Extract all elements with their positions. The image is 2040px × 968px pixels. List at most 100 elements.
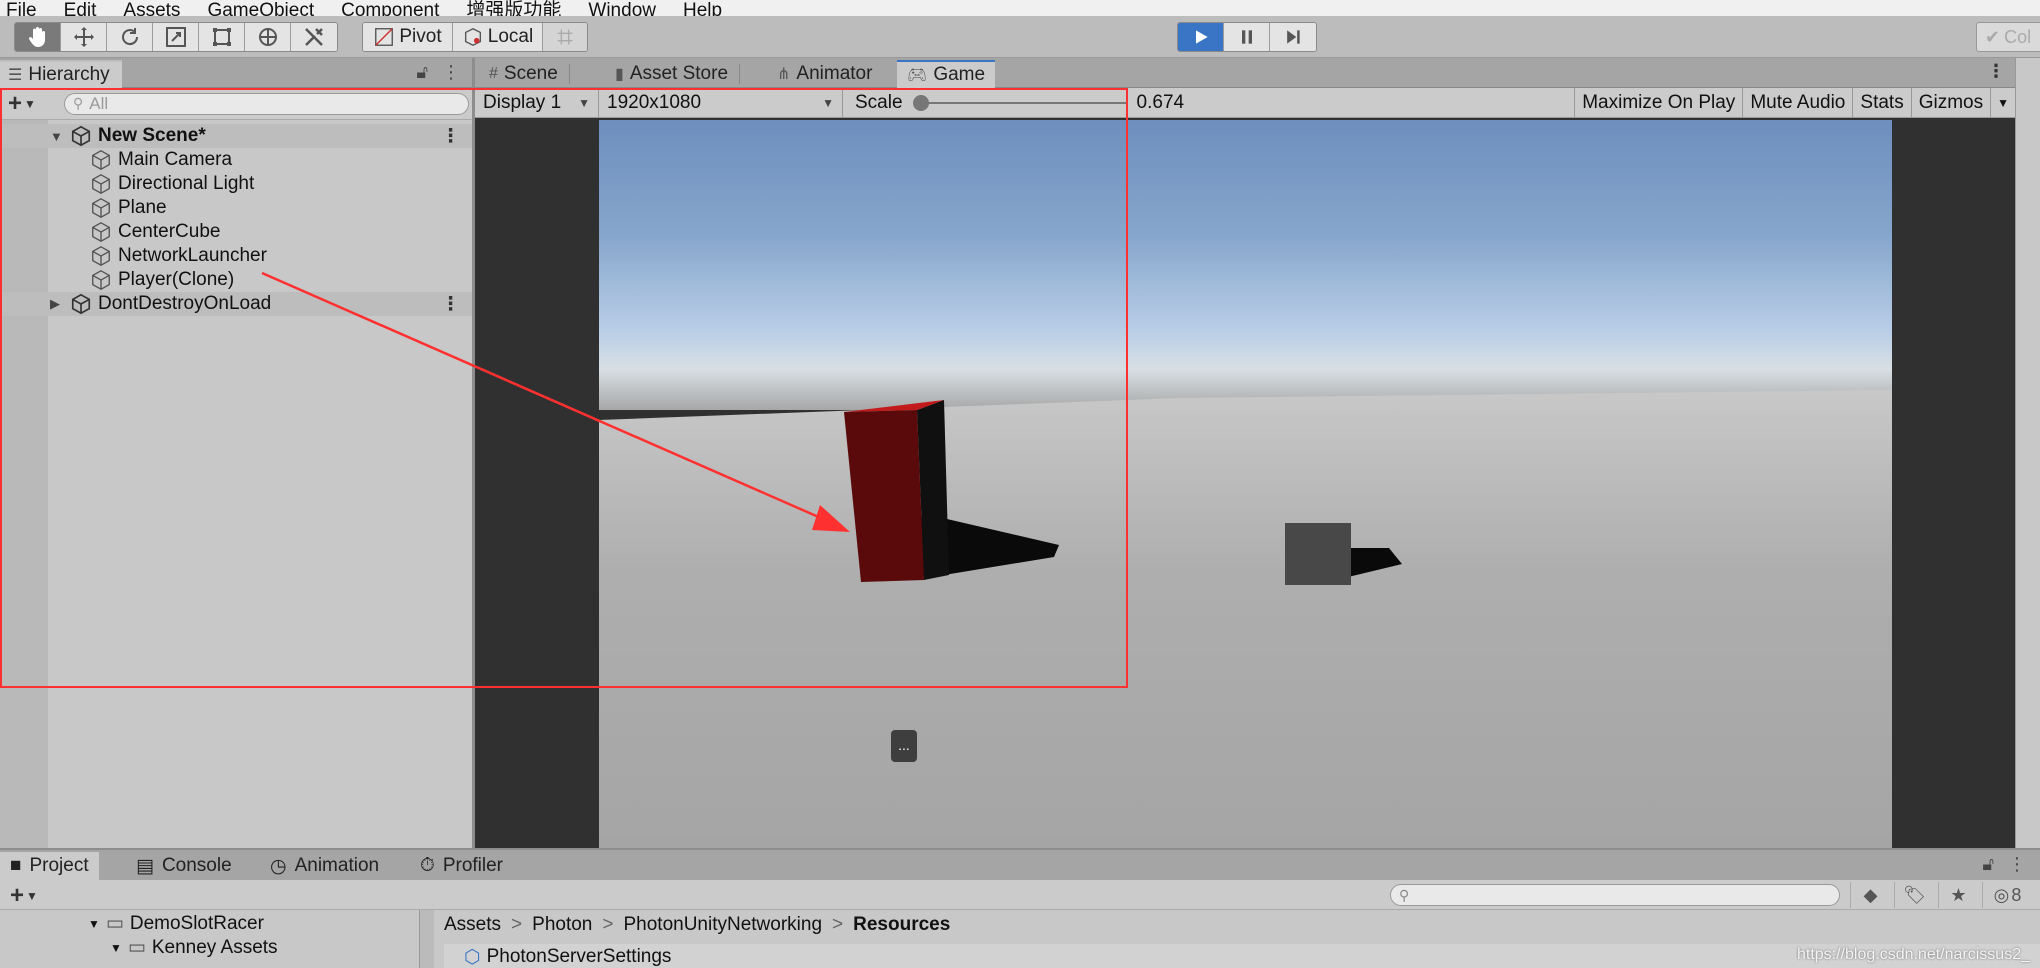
menu-edit[interactable]: Edit [64,1,97,16]
hidden-packages-button[interactable]: ◎ 8 [1982,882,2032,908]
tab-game[interactable]: 🎮︎ Game [897,60,996,88]
tab-animator[interactable]: ⋔ Animator [767,60,882,88]
step-button[interactable] [1270,23,1316,51]
resolution-select[interactable]: 1920x1080 ▼ [599,87,843,118]
scale-slider-handle[interactable] [912,94,929,111]
pivot-button[interactable]: Pivot [363,23,453,51]
expand-arrow-icon[interactable]: ▼ [110,941,122,955]
eye-off-icon: ◎ [1993,884,2010,905]
hidden-count: 8 [2011,884,2022,905]
scene-row-dontdestroyonload[interactable]: ▶ DontDestroyOnLoad ⋮ [0,292,472,316]
filter-by-type-icon[interactable]: ◆ [1850,882,1890,908]
grid-snap-button[interactable] [543,23,587,51]
plus-icon: + [10,882,25,909]
tab-scene[interactable]: # Scene [479,60,570,88]
dropdown-arrow-icon: ▼ [1997,96,2009,110]
gizmos-dropdown[interactable]: ▼ [1990,88,2015,118]
expand-arrow-icon[interactable]: ▼ [88,917,100,931]
custom-tool-button[interactable] [291,23,337,51]
scale-slider[interactable] [912,94,1127,111]
play-icon [1195,30,1208,44]
scale-control: Scale 0.674 [843,88,1184,118]
tree-label: DemoSlotRacer [129,912,264,934]
more-icon[interactable]: ⋮ [2008,854,2026,875]
menu-assets[interactable]: Assets [123,1,180,16]
breadcrumb-photon[interactable]: Photon [532,914,592,936]
breadcrumb-assets[interactable]: Assets [444,914,501,936]
asset-label: PhotonServerSettings [486,946,672,967]
scale-value: 0.674 [1136,91,1185,113]
display-select[interactable]: Display 1 ▼ [475,87,599,118]
item-label: Plane [118,197,167,218]
transform-tool-button[interactable] [245,23,291,51]
overlay-more-button[interactable]: ... [891,730,917,762]
menu-bar: File Edit Assets GameObject Component 增强… [0,0,2040,16]
move-tool-button[interactable] [61,23,107,51]
expand-arrow-icon[interactable]: ▶ [50,296,64,312]
tab-asset-store[interactable]: ▮ Asset Store [605,60,741,88]
rotate-tool-button[interactable] [107,23,153,51]
menu-window[interactable]: Window [588,1,656,16]
hierarchy-item-centercube[interactable]: CenterCube [0,220,472,244]
breadcrumb-resources[interactable]: Resources [853,914,950,936]
favorites-star-icon[interactable]: ★ [1938,882,1978,908]
tree-scrollbar[interactable] [420,910,434,968]
tree-item-demoslotracer[interactable]: ▼ ▭ DemoSlotRacer [88,912,264,935]
collab-button[interactable]: ✔ Col [1976,22,2040,52]
menu-component[interactable]: Component [341,1,439,16]
play-button[interactable] [1178,23,1224,51]
check-icon: ✔ [1985,26,2001,47]
local-button[interactable]: Local [453,23,543,51]
project-create-button[interactable]: + ▼ [10,882,58,910]
scene-menu-icon[interactable]: ⋮ [441,125,460,148]
hand-tool-button[interactable] [15,23,61,51]
stats-toggle[interactable]: Stats [1852,88,1910,118]
scriptable-object-icon: ⬡ [464,946,481,968]
game-panel-menu-icon[interactable]: ⋮ [1987,61,2005,82]
menu-file[interactable]: File [6,1,37,16]
scale-tool-button[interactable] [153,23,199,51]
hierarchy-item-player-clone[interactable]: Player(Clone) [0,268,472,292]
mute-audio-toggle[interactable]: Mute Audio [1742,88,1852,118]
folder-icon: ■ [10,855,22,876]
hierarchy-item-plane[interactable]: Plane [0,196,472,220]
hierarchy-item-directional-light[interactable]: Directional Light [0,172,472,196]
hierarchy-search-input[interactable]: ⚲ All [64,92,469,115]
expand-arrow-icon[interactable]: ▼ [50,129,64,144]
tools-icon [305,28,323,46]
item-label: NetworkLauncher [118,245,267,266]
more-icon[interactable]: ⋮ [442,62,460,83]
tab-hierarchy[interactable]: ☰ Hierarchy [0,60,122,88]
plus-icon: + [8,89,23,117]
game-viewport[interactable]: ... [599,120,1892,848]
lock-icon[interactable]: 🔓︎ [1982,854,1994,875]
create-button[interactable]: + ▼ [8,90,56,118]
gameobject-cube-icon [92,222,110,242]
grid-icon: # [489,65,498,82]
tab-animation[interactable]: ◷ Animation [260,852,389,880]
menu-gameobject[interactable]: GameObject [207,1,314,16]
hierarchy-toolbar: + ▼ ⚲ All [0,88,472,120]
lock-icon[interactable]: 🔓︎ [416,62,428,83]
pause-button[interactable] [1224,23,1270,51]
rect-tool-button[interactable] [199,23,245,51]
menu-enhanced[interactable]: 增强版功能 [466,1,561,16]
scene-objects [844,400,1402,585]
tab-project[interactable]: ■ Project [0,852,99,880]
hierarchy-item-networklauncher[interactable]: NetworkLauncher [0,244,472,268]
tab-profiler[interactable]: ⏱︎ Profiler [410,852,513,880]
local-icon [464,27,481,47]
project-search-input[interactable]: ⚲ [1390,884,1840,906]
maximize-on-play-toggle[interactable]: Maximize On Play [1574,88,1742,118]
scene-menu-icon[interactable]: ⋮ [441,293,460,316]
hierarchy-item-main-camera[interactable]: Main Camera [0,148,472,172]
tab-console[interactable]: ▤ Console [126,852,242,880]
menu-help[interactable]: Help [683,1,722,16]
gizmos-toggle[interactable]: Gizmos [1910,88,1990,118]
item-label: Main Camera [118,149,233,170]
filter-by-label-icon[interactable]: 🏷︎ [1894,882,1934,908]
scene-row-new-scene[interactable]: ▼ New Scene* ⋮ [0,124,472,148]
tree-item-kenney-assets[interactable]: ▼ ▭ Kenney Assets [110,936,278,959]
step-icon [1287,30,1300,44]
breadcrumb-photonunitynetworking[interactable]: PhotonUnityNetworking [623,914,822,936]
